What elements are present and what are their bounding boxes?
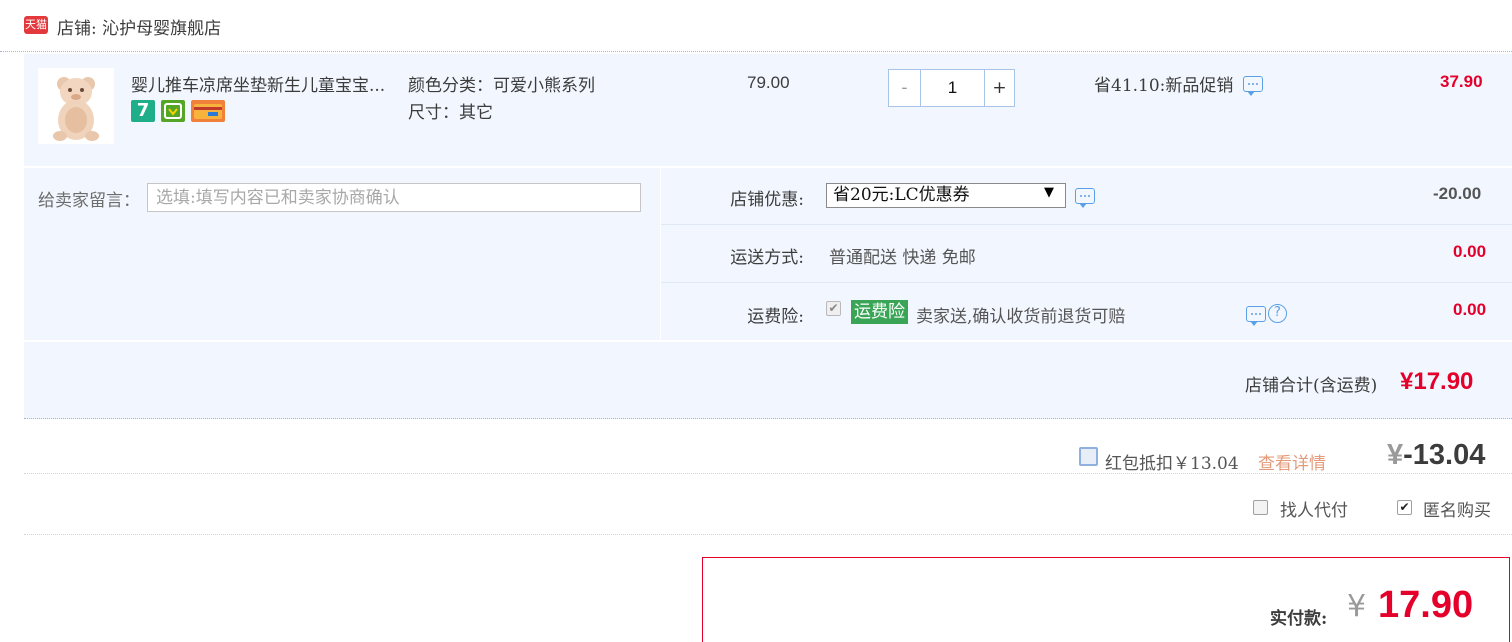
help-icon[interactable]: ? xyxy=(1268,304,1287,323)
coupon-amount: -20.00 xyxy=(1433,184,1482,203)
shop-total-label: 店铺合计(含运费) xyxy=(1245,376,1378,396)
sku-size: 尺寸：其它 xyxy=(408,103,493,123)
shop-coupon-label: 店铺优惠: xyxy=(730,190,804,210)
sku-color: 颜色分类：可爱小熊系列 xyxy=(408,76,595,96)
shipping-method-label: 运送方式: xyxy=(730,248,804,268)
red-packet-amount-value: -13.04 xyxy=(1403,439,1486,471)
insurance-chat-icon[interactable] xyxy=(1246,306,1266,326)
shipping-insurance-description: 卖家送,确认收货前退货可赔 xyxy=(916,307,1126,327)
bear-seat-cushion-icon xyxy=(38,68,114,144)
insurance-amount: 0.00 xyxy=(1453,300,1487,319)
quantity-stepper: - + xyxy=(888,69,1015,107)
guarantee-badge-icon xyxy=(161,100,185,122)
shipping-insurance-checkbox[interactable]: ✔ xyxy=(826,301,841,316)
product-title-link[interactable]: 婴儿推车凉席坐垫新生儿童宝宝... xyxy=(131,71,385,96)
red-packet-detail-link[interactable]: 查看详情 xyxy=(1258,449,1326,474)
shop-coupon-select[interactable]: 省20元:LC优惠券 xyxy=(826,183,1066,208)
proxy-pay-label[interactable]: 找人代付 xyxy=(1280,496,1348,521)
shop-header xyxy=(0,0,1512,52)
red-packet-amount: ¥-13.04 xyxy=(1387,439,1485,472)
proxy-pay-checkbox[interactable] xyxy=(1253,500,1268,515)
unit-price: 79.00 xyxy=(747,73,790,92)
quantity-input[interactable] xyxy=(921,70,984,106)
promotion-chat-icon[interactable] xyxy=(1243,76,1263,96)
divider xyxy=(661,282,1512,283)
final-currency-symbol: ¥ xyxy=(1347,589,1367,624)
shipping-insurance-tag: 运费险 xyxy=(851,300,908,324)
item-subtotal: 37.90 xyxy=(1440,72,1483,91)
seven-day-return-badge-icon: 7 xyxy=(131,100,155,122)
seller-message-input[interactable] xyxy=(147,183,641,212)
divider xyxy=(661,224,1512,225)
shop-total-amount: ¥17.90 xyxy=(1400,368,1474,395)
currency-symbol: ¥ xyxy=(1387,439,1404,471)
final-payment-amount: 17.90 xyxy=(1378,584,1474,626)
coupon-chat-icon[interactable] xyxy=(1075,188,1095,208)
shipping-amount: 0.00 xyxy=(1453,242,1487,261)
red-packet-label: 红包抵扣￥13.04 xyxy=(1105,454,1239,474)
dropdown-arrow-icon[interactable]: ▼ xyxy=(1044,185,1054,200)
red-packet-checkbox[interactable] xyxy=(1079,447,1098,466)
shop-name[interactable]: 店铺: 沁护母婴旗舰店 xyxy=(57,14,221,39)
quantity-increase-button[interactable]: + xyxy=(984,70,1014,106)
quantity-decrease-button[interactable]: - xyxy=(889,70,921,106)
credit-card-badge-icon xyxy=(191,100,225,122)
anonymous-purchase-label[interactable]: 匿名购买 xyxy=(1423,496,1491,521)
seller-message-label: 给卖家留言： xyxy=(38,191,140,211)
anonymous-purchase-checkbox[interactable]: ✔ xyxy=(1397,500,1412,515)
promotion-text: 省41.10:新品促销 xyxy=(1094,76,1234,96)
tmall-logo-icon: 天猫 xyxy=(24,16,48,34)
shipping-insurance-label: 运费险: xyxy=(747,307,804,327)
shipping-method-value: 普通配送 快递 免邮 xyxy=(829,248,976,268)
final-payment-label: 实付款: xyxy=(1270,609,1328,629)
product-thumbnail[interactable] xyxy=(38,68,114,144)
